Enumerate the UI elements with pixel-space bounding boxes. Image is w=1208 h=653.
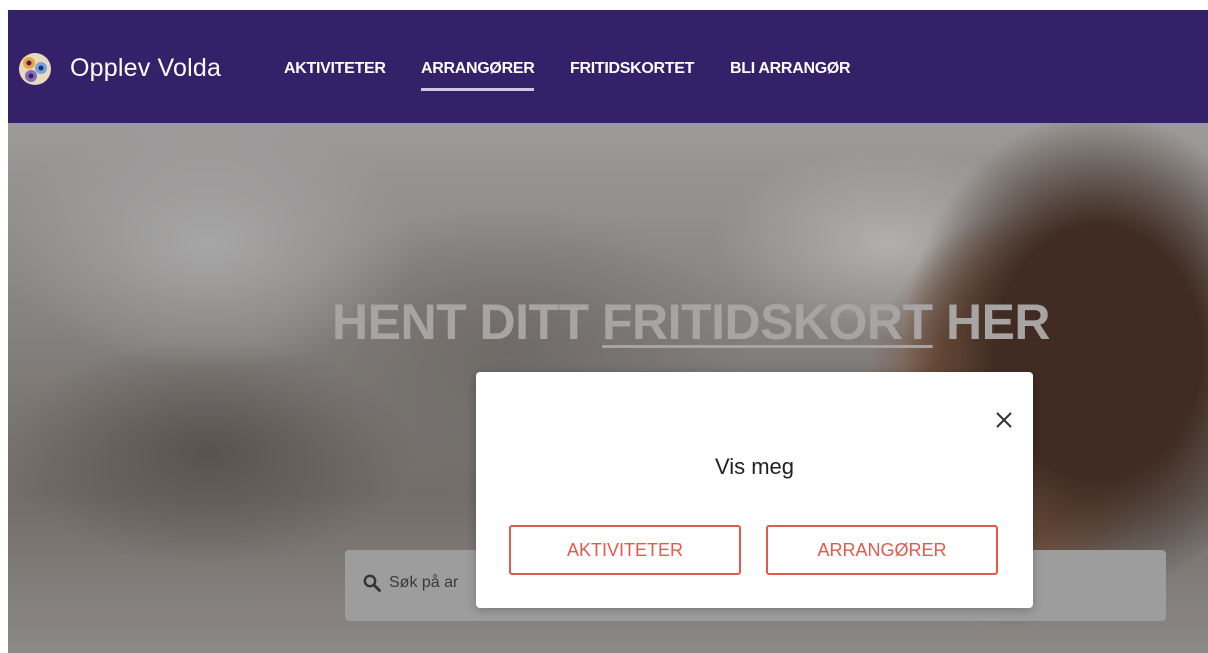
- nav-item-fritidskortet[interactable]: FRITIDSKORTET: [570, 60, 694, 78]
- hero-title: HENT DITT FRITIDSKORT HER: [332, 293, 1051, 351]
- top-navigation-bar: Opplev Volda AKTIVITETER ARRANGØRER FRIT…: [8, 10, 1208, 123]
- brand-name[interactable]: Opplev Volda: [70, 54, 221, 83]
- close-icon[interactable]: [993, 409, 1015, 431]
- nav-item-arrangorer[interactable]: ARRANGØRER: [421, 60, 535, 91]
- search-icon: [363, 574, 381, 592]
- aktiviteter-button[interactable]: AKTIVITETER: [509, 525, 741, 575]
- opplev-volda-logo-icon[interactable]: [18, 52, 52, 86]
- page: Opplev Volda AKTIVITETER ARRANGØRER FRIT…: [8, 10, 1208, 653]
- hero-title-after: HER: [932, 294, 1051, 350]
- nav-item-aktiviteter[interactable]: AKTIVITETER: [284, 60, 386, 78]
- vis-meg-dialog: Vis meg AKTIVITETER ARRANGØRER: [476, 372, 1033, 608]
- dialog-title: Vis meg: [714, 454, 795, 479]
- arrangorer-button[interactable]: ARRANGØRER: [766, 525, 998, 575]
- hero-title-before: HENT DITT: [332, 294, 602, 350]
- nav-item-bli-arrangor[interactable]: BLI ARRANGØR: [730, 60, 851, 78]
- hero-title-link[interactable]: FRITIDSKORT: [602, 294, 933, 350]
